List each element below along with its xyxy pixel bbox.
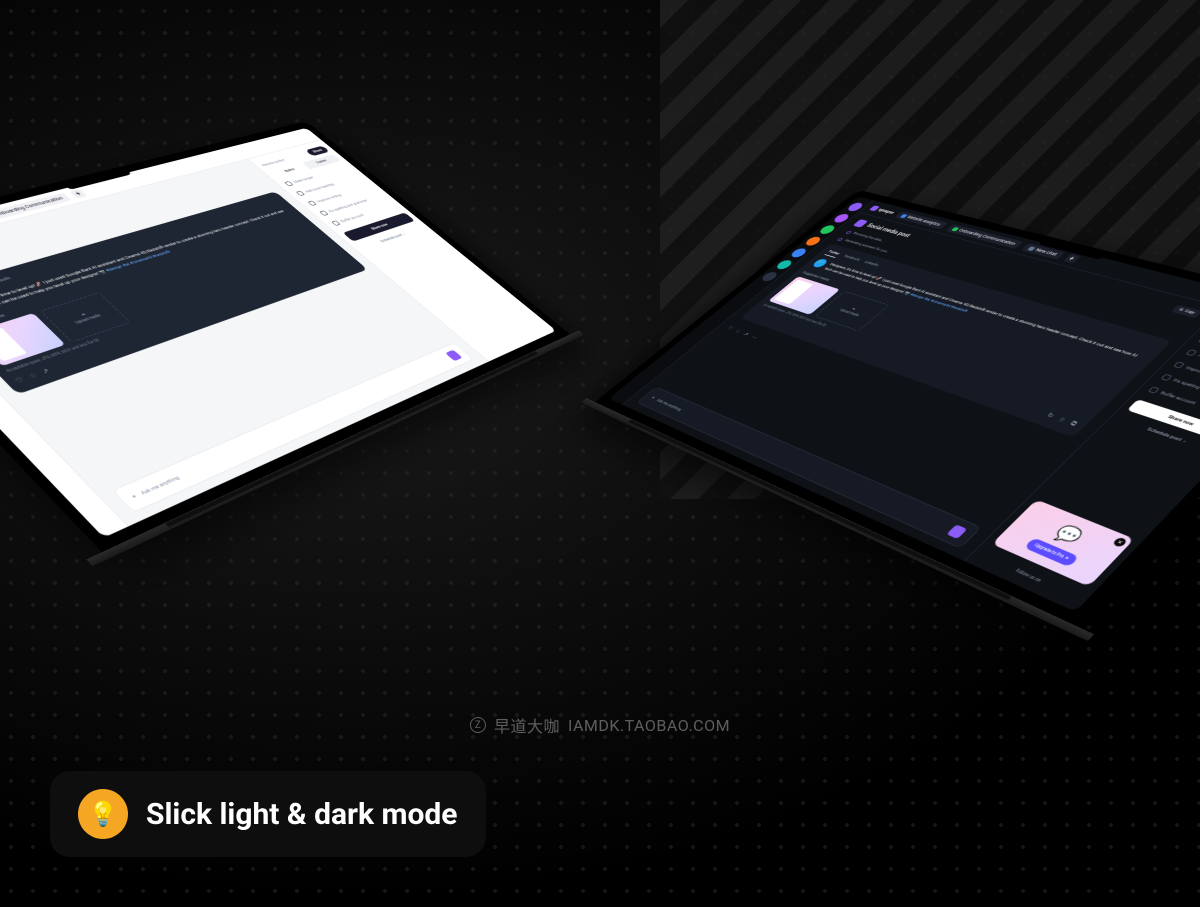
watermark: Z 早道大咖 IAMDK.TAOBAO.COM — [470, 713, 730, 737]
chat-input[interactable]: ✦Ask me anything — [636, 387, 981, 549]
feature-badge: 💡 Slick light & dark mode — [50, 771, 486, 857]
watermark-icon: Z — [470, 717, 486, 733]
share-icon[interactable]: ↗ — [40, 367, 52, 375]
send-button[interactable] — [946, 524, 967, 539]
send-button[interactable] — [445, 350, 462, 362]
app-logo[interactable]: synapse — [869, 205, 896, 215]
chat-input[interactable]: ✦Ask me anything — [112, 342, 475, 513]
regenerate-icon[interactable]: ↻ — [1044, 412, 1056, 420]
tab-linkedin[interactable]: LinkedIn — [861, 260, 880, 269]
tab-linkedin[interactable]: LinkedIn — [0, 276, 15, 288]
share-button[interactable]: Share — [305, 146, 330, 157]
copy-icon[interactable]: ⧉ — [1068, 420, 1079, 428]
upload-icon: ☁ — [851, 307, 858, 311]
badge-text: Slick light & dark mode — [146, 797, 458, 832]
new-tab-button[interactable]: + — [1063, 254, 1081, 264]
share-icon[interactable]: ↗ — [741, 331, 750, 337]
tab-twitter[interactable]: Twitter — [824, 249, 841, 257]
tab-facebook[interactable]: Facebook — [840, 254, 861, 264]
like-icon[interactable]: ♡ — [14, 376, 26, 384]
copy-button[interactable]: ⧉Copy — [1171, 305, 1200, 318]
lightbulb-icon: 💡 — [78, 789, 128, 839]
upload-icon: ☁ — [79, 312, 87, 317]
dislike-icon[interactable]: ♢ — [27, 372, 39, 380]
promo-card: ✕ 💬 Upgrade to Pro ✦ — [992, 500, 1135, 587]
like-icon[interactable]: ♡ — [725, 325, 734, 331]
more-icon[interactable]: ⋯ — [749, 334, 759, 340]
new-tab-button[interactable]: + — [69, 189, 87, 199]
dislike-icon[interactable]: ♢ — [733, 328, 742, 334]
results-label: Results action — [261, 158, 287, 167]
bookmark-icon[interactable]: ☆ — [1056, 416, 1068, 424]
